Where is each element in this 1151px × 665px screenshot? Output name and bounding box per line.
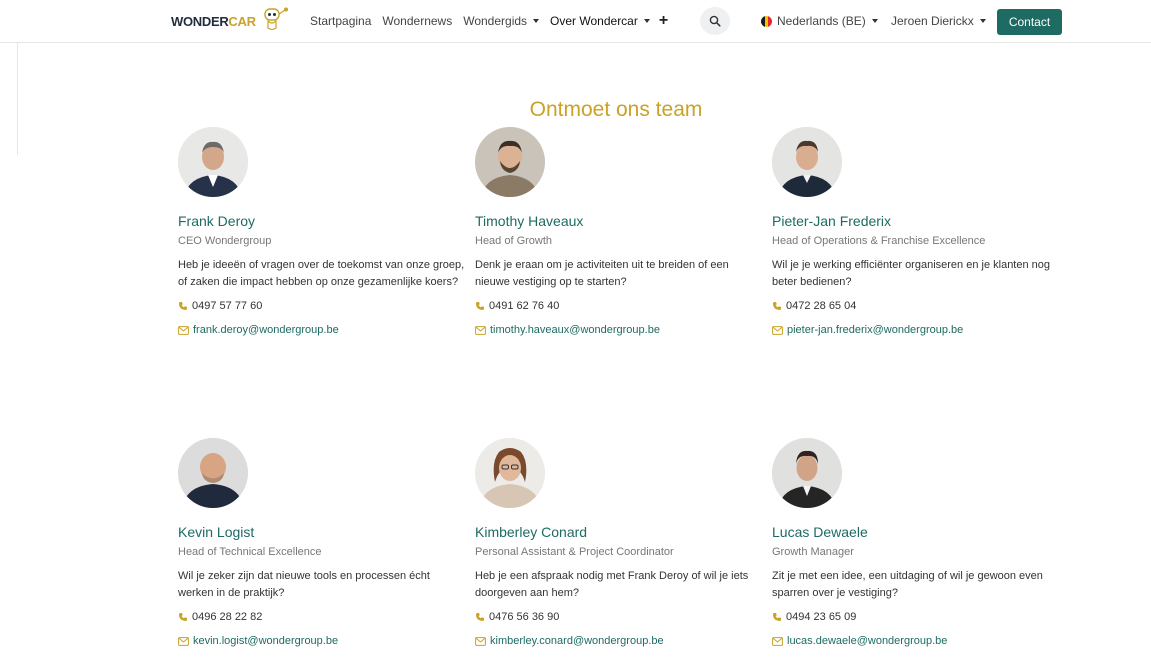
mail-icon: [772, 636, 783, 646]
member-name: Pieter-Jan Frederix: [772, 213, 892, 229]
member-email-link[interactable]: kimberley.conard@wondergroup.be: [475, 635, 765, 647]
member-name: Timothy Haveaux: [475, 213, 584, 229]
avatar: [772, 127, 842, 197]
member-phone[interactable]: 0496 28 22 82: [178, 611, 468, 623]
phone-icon: [475, 612, 485, 622]
nav-wondergids[interactable]: Wondergids: [463, 14, 540, 28]
avatar: [178, 438, 248, 508]
avatar: [475, 127, 545, 197]
avatar: [178, 127, 248, 197]
member-name: Frank Deroy: [178, 213, 256, 229]
member-phone[interactable]: 0494 23 65 09: [772, 611, 1062, 623]
member-role: Head of Growth: [475, 235, 553, 247]
chevron-down-icon: [643, 19, 650, 23]
team-member-card: Lucas Dewaele Growth Manager Zit je met …: [772, 438, 1062, 647]
team-member-card: Kimberley Conard Personal Assistant & Pr…: [475, 438, 765, 647]
member-description: Wil je je werking efficiënter organisere…: [772, 259, 1051, 288]
phone-icon: [178, 301, 188, 311]
member-role: Head of Operations & Franchise Excellenc…: [772, 235, 986, 247]
team-member-card: Pieter-Jan Frederix Head of Operations &…: [772, 127, 1062, 336]
member-description: Denk je eraan om je activiteiten uit te …: [475, 259, 729, 288]
team-member-card: Kevin Logist Head of Technical Excellenc…: [178, 438, 468, 647]
phone-icon: [772, 612, 782, 622]
member-email-link[interactable]: kevin.logist@wondergroup.be: [178, 635, 468, 647]
member-description: Heb je ideeën of vragen over de toekomst…: [178, 259, 465, 288]
member-name: Kevin Logist: [178, 524, 255, 540]
member-name: Kimberley Conard: [475, 524, 588, 540]
mail-icon: [475, 636, 486, 646]
contact-button[interactable]: Contact: [997, 9, 1062, 35]
nav-over-wondercar[interactable]: Over Wondercar: [550, 14, 650, 28]
section-title: Ontmoet ons team: [529, 98, 703, 121]
user-menu[interactable]: Jeroen Dierickx: [891, 0, 986, 42]
member-email-link[interactable]: pieter-jan.frederix@wondergroup.be: [772, 324, 1062, 336]
mail-icon: [178, 636, 189, 646]
search-button[interactable]: [700, 7, 730, 35]
belgium-flag-icon: [761, 15, 772, 27]
chevron-down-icon: [533, 19, 540, 23]
team-member-card: Frank Deroy CEO Wondergroup Heb je ideeë…: [178, 127, 468, 336]
logo-text: WONDERCAR: [171, 13, 256, 29]
phone-icon: [178, 612, 188, 622]
chevron-down-icon: [871, 19, 878, 23]
team-member-card: Timothy Haveaux Head of Growth Denk je e…: [475, 127, 765, 336]
nav-startpagina[interactable]: Startpagina: [310, 14, 371, 28]
member-description: Zit je met een idee, een uitdaging of wi…: [772, 570, 1043, 599]
member-role: Growth Manager: [772, 546, 854, 558]
member-role: Head of Technical Excellence: [178, 546, 322, 558]
wondercar-logo[interactable]: WONDERCAR: [171, 6, 289, 37]
phone-icon: [475, 301, 485, 311]
member-role: CEO Wondergroup: [178, 235, 272, 247]
mail-icon: [178, 325, 189, 335]
chevron-down-icon: [979, 19, 986, 23]
mail-icon: [772, 325, 783, 335]
user-name: Jeroen Dierickx: [891, 14, 974, 28]
member-role: Personal Assistant & Project Coordinator: [475, 546, 674, 558]
nav-wondernews[interactable]: Wondernews: [382, 14, 452, 28]
plus-icon[interactable]: +: [659, 12, 668, 30]
member-name: Lucas Dewaele: [772, 524, 868, 540]
member-phone[interactable]: 0476 56 36 90: [475, 611, 765, 623]
member-email-link[interactable]: lucas.dewaele@wondergroup.be: [772, 635, 1062, 647]
language-label: Nederlands (BE): [777, 14, 866, 28]
avatar: [772, 438, 842, 508]
language-selector[interactable]: Nederlands (BE): [761, 0, 878, 42]
member-phone[interactable]: 0472 28 65 04: [772, 300, 1062, 312]
member-email-link[interactable]: frank.deroy@wondergroup.be: [178, 324, 468, 336]
member-description: Wil je zeker zijn dat nieuwe tools en pr…: [178, 570, 430, 599]
search-icon: [709, 15, 721, 27]
avatar: [475, 438, 545, 508]
main-nav: Startpagina Wondernews Wondergids Over W…: [310, 0, 679, 42]
member-description: Heb je een afspraak nodig met Frank Dero…: [475, 570, 749, 599]
member-phone[interactable]: 0497 57 77 60: [178, 300, 468, 312]
member-phone[interactable]: 0491 62 76 40: [475, 300, 765, 312]
member-email-link[interactable]: timothy.haveaux@wondergroup.be: [475, 324, 765, 336]
phone-icon: [772, 301, 782, 311]
top-navigation-bar: WONDERCAR Startpagina Wondernews Wonderg…: [0, 0, 1151, 43]
mail-icon: [475, 325, 486, 335]
robot-mascot-icon: [259, 6, 289, 37]
